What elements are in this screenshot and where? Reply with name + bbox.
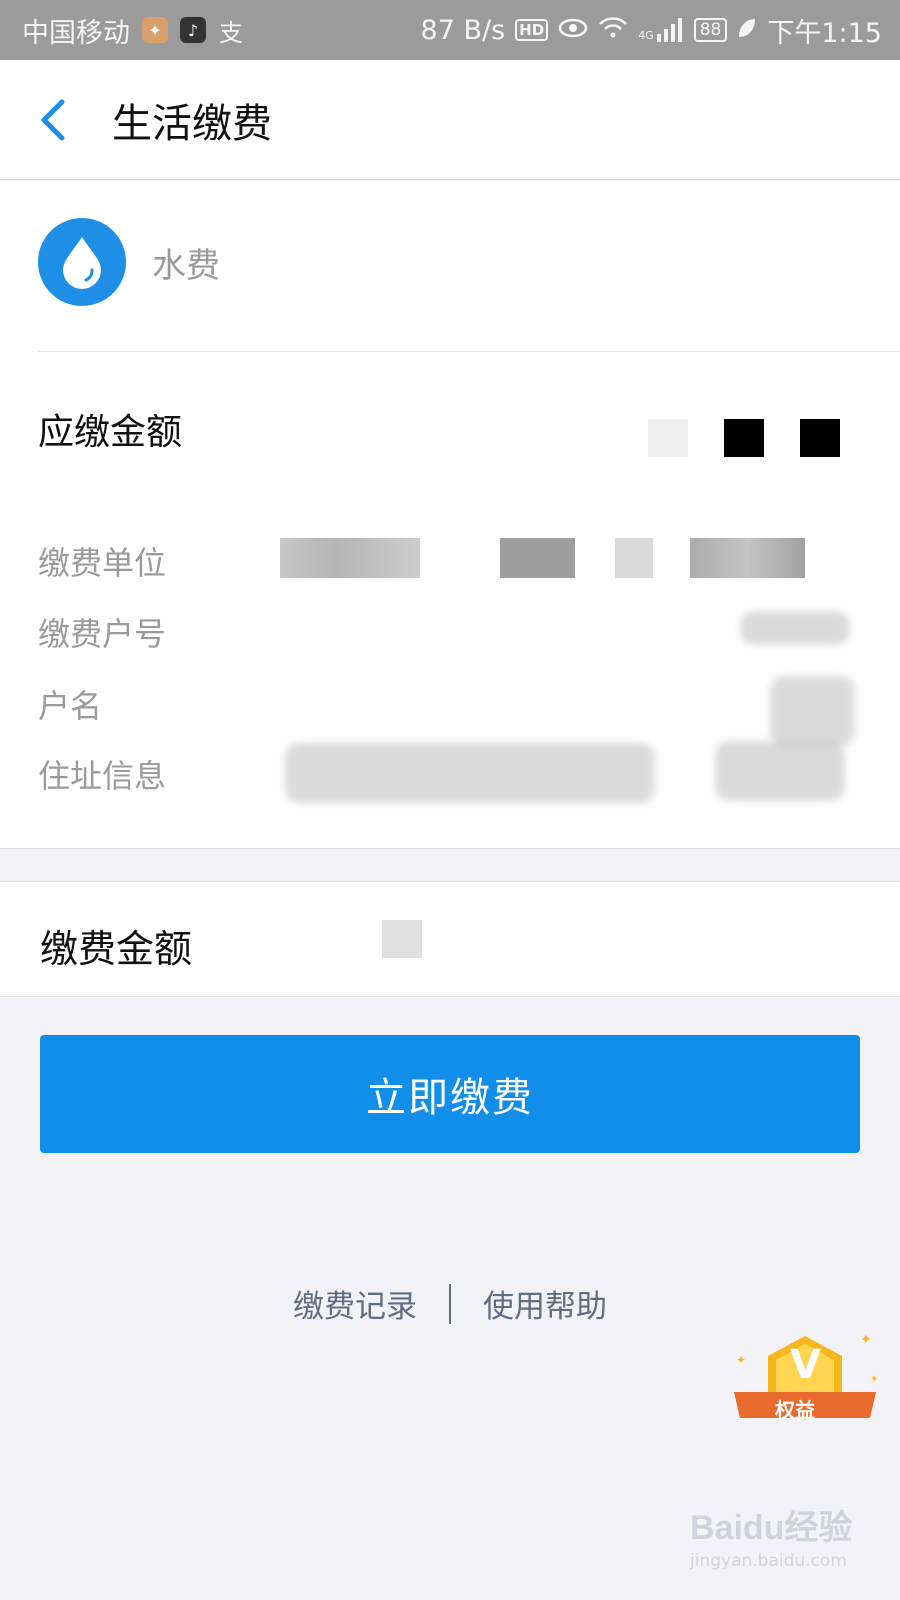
pay-now-button[interactable]: 立即缴费 xyxy=(40,1035,860,1153)
svg-text:✦: ✦ xyxy=(736,1353,746,1367)
status-bar: 中国移动 ✦ ♪ 支 87 B/s HD 4G 88 下午1:15 xyxy=(0,0,900,60)
watermark: Baidu经验 jingyan.baidu.com xyxy=(690,1500,880,1571)
biller-header: 水费 xyxy=(38,218,220,306)
help-link[interactable]: 使用帮助 xyxy=(469,1281,621,1326)
svg-text:✦: ✦ xyxy=(870,1374,878,1385)
rewards-badge-label: 权益 xyxy=(775,1398,815,1422)
wifi-icon xyxy=(598,15,628,46)
payment-records-link[interactable]: 缴费记录 xyxy=(279,1281,431,1326)
amount-due-label: 应缴金额 xyxy=(38,412,183,453)
amount-due-value-redacted xyxy=(648,419,840,457)
redacted-value xyxy=(500,538,575,578)
news-app-icon: ✦ xyxy=(142,17,168,43)
leaf-icon xyxy=(737,15,757,46)
signal-icon: 4G xyxy=(638,18,684,42)
redacted-value xyxy=(285,743,655,803)
payment-amount-input[interactable] xyxy=(382,920,422,958)
watermark-brand: Baidu经验 xyxy=(690,1509,853,1547)
network-speed: 87 B/s xyxy=(420,14,506,46)
rewards-badge[interactable]: ✦ ✦ ✦ V 权益 xyxy=(730,1330,880,1440)
nav-bar: 生活缴费 xyxy=(0,60,900,180)
redacted-value xyxy=(690,538,805,578)
page-title: 生活缴费 xyxy=(112,100,272,147)
divider xyxy=(38,351,900,352)
field-label-name: 户名 xyxy=(38,687,103,725)
alipay-app-icon: 支 xyxy=(219,18,243,47)
payment-amount-label: 缴费金额 xyxy=(40,927,193,971)
field-label-address: 住址信息 xyxy=(38,757,167,795)
watermark-url: jingyan.baidu.com xyxy=(690,1551,847,1571)
water-drop-icon xyxy=(38,218,126,306)
redacted-value xyxy=(280,538,420,578)
field-label-account: 缴费户号 xyxy=(38,615,167,653)
back-button[interactable] xyxy=(38,96,74,144)
svg-text:✦: ✦ xyxy=(860,1332,872,1348)
redacted-value xyxy=(615,538,653,578)
footer-links: 缴费记录 使用帮助 xyxy=(0,1281,900,1326)
tiktok-app-icon: ♪ xyxy=(180,17,206,43)
bill-card: 水费 应缴金额 缴费单位 缴费户号 户名 住址信息 xyxy=(0,181,900,849)
chevron-left-icon xyxy=(41,99,65,140)
redacted-value xyxy=(770,676,855,746)
field-label-unit: 缴费单位 xyxy=(38,544,167,582)
redacted-value xyxy=(740,611,850,645)
rewards-badge-mark: V xyxy=(790,1342,821,1388)
network-type: 4G xyxy=(638,29,654,42)
battery-indicator: 88 xyxy=(693,18,728,42)
eye-comfort-icon xyxy=(558,15,588,46)
hd-badge: HD xyxy=(515,19,549,41)
link-separator xyxy=(449,1283,451,1324)
carrier-name: 中国移动 xyxy=(22,17,130,49)
payment-amount-card: 缴费金额 xyxy=(0,881,900,997)
redacted-value xyxy=(715,741,845,801)
clock: 下午1:15 xyxy=(767,17,882,49)
biller-name: 水费 xyxy=(152,245,220,286)
